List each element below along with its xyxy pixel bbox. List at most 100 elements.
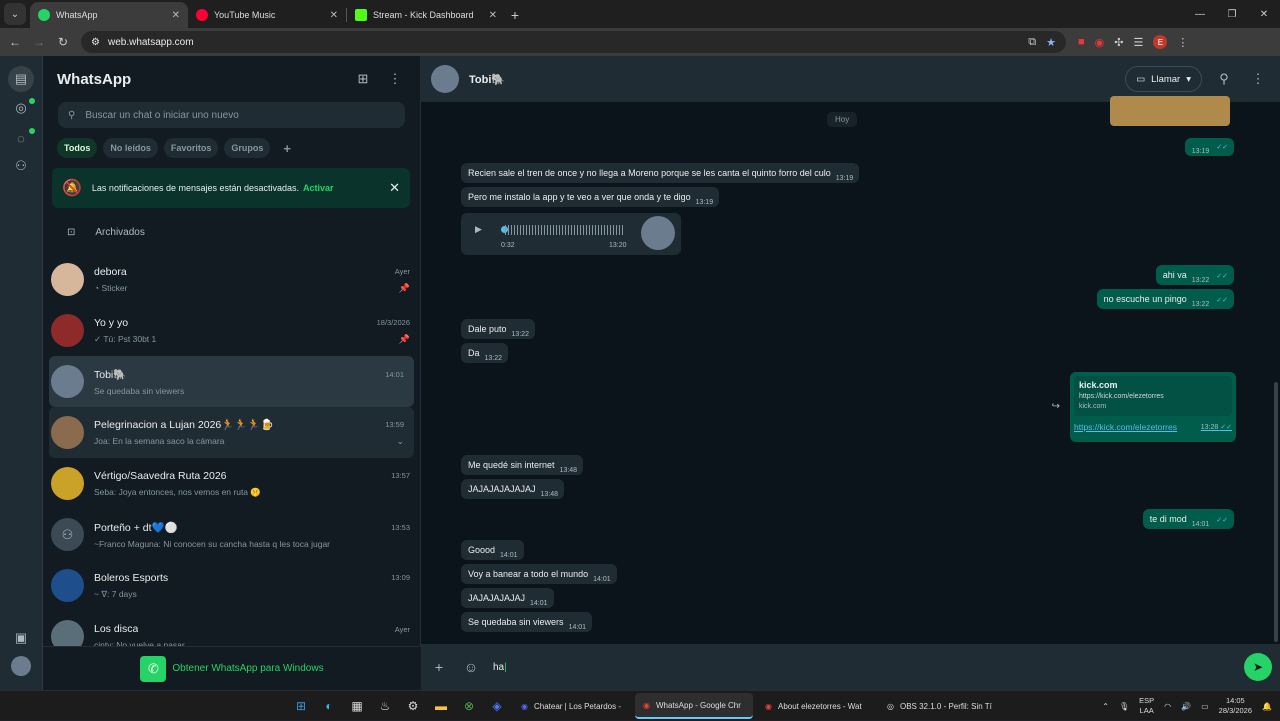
chat-item[interactable]: Vértigo/Saavedra Ruta 2026 13:57 Seba: Jo… [43,458,420,509]
forward-icon[interactable]: ↪ [1052,401,1060,412]
link-url-line: https://kick.com/elezetorres [1079,393,1164,400]
windows-start-icon[interactable]: ⊞ [289,694,313,718]
close-banner-icon[interactable]: ✕ [389,180,400,196]
volume-icon[interactable]: 🔊 [1181,702,1191,711]
profile-avatar[interactable]: E [1153,35,1168,49]
install-app-icon[interactable]: ⧉ [1028,36,1036,49]
microphone-icon[interactable]: 🎙 [1119,702,1129,711]
menu-icon[interactable]: ⋮ [384,71,406,87]
browser-tab-kick[interactable]: Stream - Kick Dashboard ✕ [347,2,505,28]
search-input[interactable]: ⚲ Buscar un chat o iniciar uno nuevo [58,102,405,128]
close-tab-icon[interactable]: ✕ [489,10,497,21]
taskbar-app-label: Chatear | Los Petardos - [533,701,621,711]
chat-item-selected[interactable]: Tobi🐘 14:01 Se quedaba sin viewers [49,356,414,407]
chat-item[interactable]: debora Ayer ◔ Sticker 📌 [43,254,420,305]
taskbar-app-obs[interactable]: ◎ OBS 32.1.0 - Perfil: Sin Tí [879,693,997,719]
minimize-icon[interactable]: — [1184,0,1216,28]
steam-icon[interactable]: ♨ [373,694,397,718]
chat-item[interactable]: Boleros Esports 13:09 ~ ∇: 7 days [43,560,420,611]
close-tab-icon[interactable]: ✕ [172,10,180,21]
site-info-icon[interactable]: ⚙ [91,37,100,48]
enable-notifications-link[interactable]: Activar [303,183,334,193]
tab-title: YouTube Music [214,10,276,20]
link-preview-card[interactable]: kick.com https://kick.com/elezetorres ki… [1074,376,1232,416]
message-link[interactable]: https://kick.com/elezetorres [1074,422,1177,432]
close-tab-icon[interactable]: ✕ [330,10,338,21]
call-button[interactable]: ▭ Llamar ▾ [1125,66,1202,92]
my-profile-avatar[interactable] [11,656,31,676]
filter-unread[interactable]: No leídos [103,138,158,158]
browser-menu-icon[interactable]: ⋮ [1177,36,1188,49]
tab-search-button[interactable]: ⌄ [4,3,26,25]
search-icon[interactable]: ⚲ [1212,71,1236,87]
filter-groups[interactable]: Grupos [224,138,271,158]
back-icon[interactable]: ← [3,30,27,54]
battery-icon[interactable]: ▭ [1201,702,1209,711]
browser-tab-whatsapp[interactable]: WhatsApp ✕ [30,2,188,28]
reload-icon[interactable]: ↻ [51,30,75,54]
messages-scrollbar[interactable] [1274,382,1278,642]
archived-label: Archivados [95,226,145,238]
message-time: 13:48 [559,467,578,474]
communities-icon[interactable]: ⚇ [11,156,31,176]
play-icon[interactable]: ▶ [475,224,482,235]
message-text: ahi va [1162,270,1187,280]
window-controls: — ❐ ✕ [1184,0,1280,28]
wifi-icon[interactable]: ◠ [1164,702,1171,711]
notifications-icon[interactable]: 🔔 [1262,702,1272,711]
menu-icon[interactable]: ⋮ [1246,71,1270,87]
maximize-icon[interactable]: ❐ [1216,0,1248,28]
contact-name: Tobi🐘 [469,73,506,86]
status-icon[interactable]: ◎ [11,98,31,118]
chat-name: Yo y yo [94,316,129,329]
file-explorer-icon[interactable]: ▬ [429,694,453,718]
extension-record-icon[interactable]: ◉ [1095,36,1105,49]
forward-icon[interactable]: → [27,30,51,54]
message-time: 13:19 [835,175,854,182]
bookmark-star-icon[interactable]: ★ [1046,36,1056,49]
message-text: Dale puto [468,324,507,334]
extension-red-icon[interactable]: ■ [1078,36,1085,48]
taskbar-app-chrome-about[interactable]: ◉ About elezetorres - Wat [757,693,875,719]
close-window-icon[interactable]: ✕ [1248,0,1280,28]
settings-icon[interactable]: ⚙ [401,694,425,718]
chat-item[interactable]: ⚇ Porteño + dt💙⚪ 13:53 ~Franco Maguna: Ni… [43,509,420,560]
contact-avatar[interactable] [431,65,459,93]
address-bar[interactable]: ⚙ web.whatsapp.com ⧉ ★ [81,31,1066,53]
xbox-icon[interactable]: ⊗ [457,694,481,718]
video-call-icon: ▭ [1136,73,1146,85]
chat-item[interactable]: Yo y yo 18/3/2026 ✓ Tú: Pst 30bt 1 📌 [43,305,420,356]
get-windows-app-link[interactable]: ✆ Obtener WhatsApp para Windows [43,646,421,690]
extensions-puzzle-icon[interactable]: ✣ [1114,36,1123,49]
chat-body: Yo y yo 18/3/2026 ✓ Tú: Pst 30bt 1 📌 [94,317,410,345]
new-chat-icon[interactable]: ⊞ [352,71,374,87]
chevron-down-icon[interactable]: ⌄ [396,436,404,447]
clock[interactable]: 14:05 28/3/2026 [1219,696,1252,716]
filter-favorites[interactable]: Favoritos [163,138,219,158]
edge-icon[interactable]: ◐ [317,694,341,718]
filter-all[interactable]: Todos [57,138,98,158]
link-preview-message[interactable]: kick.com https://kick.com/elezetorres ki… [1070,372,1236,442]
tray-overflow-icon[interactable]: ⌃ [1102,702,1109,711]
chats-icon[interactable]: ▤ [8,66,34,92]
taskbar-app-discord[interactable]: ◉ Chatear | Los Petardos - [513,693,631,719]
new-tab-button[interactable]: + [505,2,525,28]
channels-icon[interactable]: ◌ [11,128,31,148]
store-icon[interactable]: ▦ [345,694,369,718]
read-ticks-icon: ✓✓ [1216,144,1228,151]
ea-icon[interactable]: ◈ [485,694,509,718]
send-button[interactable]: ➤ [1244,653,1272,681]
chat-item-hovered[interactable]: Pelegrinacion a Lujan 2026🏃🏃🏃🍺 13:59 Joa:… [49,407,414,458]
message-time: 13:20 [609,242,627,249]
tab-list-icon[interactable]: ☰ [1133,36,1143,49]
media-icon[interactable]: ▣ [11,628,31,648]
emoji-sticker-icon[interactable]: ☺ [461,659,481,675]
message-input[interactable]: ha| [493,662,1232,673]
browser-tab-youtube-music[interactable]: YouTube Music ✕ [188,2,346,28]
add-filter-icon[interactable]: + [276,138,298,158]
chat-time: Ayer [394,267,410,276]
attach-plus-icon[interactable]: + [429,659,449,675]
taskbar-app-chrome-whatsapp[interactable]: ◉ WhatsApp - Google Chr [635,693,753,719]
archived-row[interactable]: ⊡ Archivados [43,210,420,254]
language-indicator[interactable]: ESP LAA [1139,696,1154,716]
